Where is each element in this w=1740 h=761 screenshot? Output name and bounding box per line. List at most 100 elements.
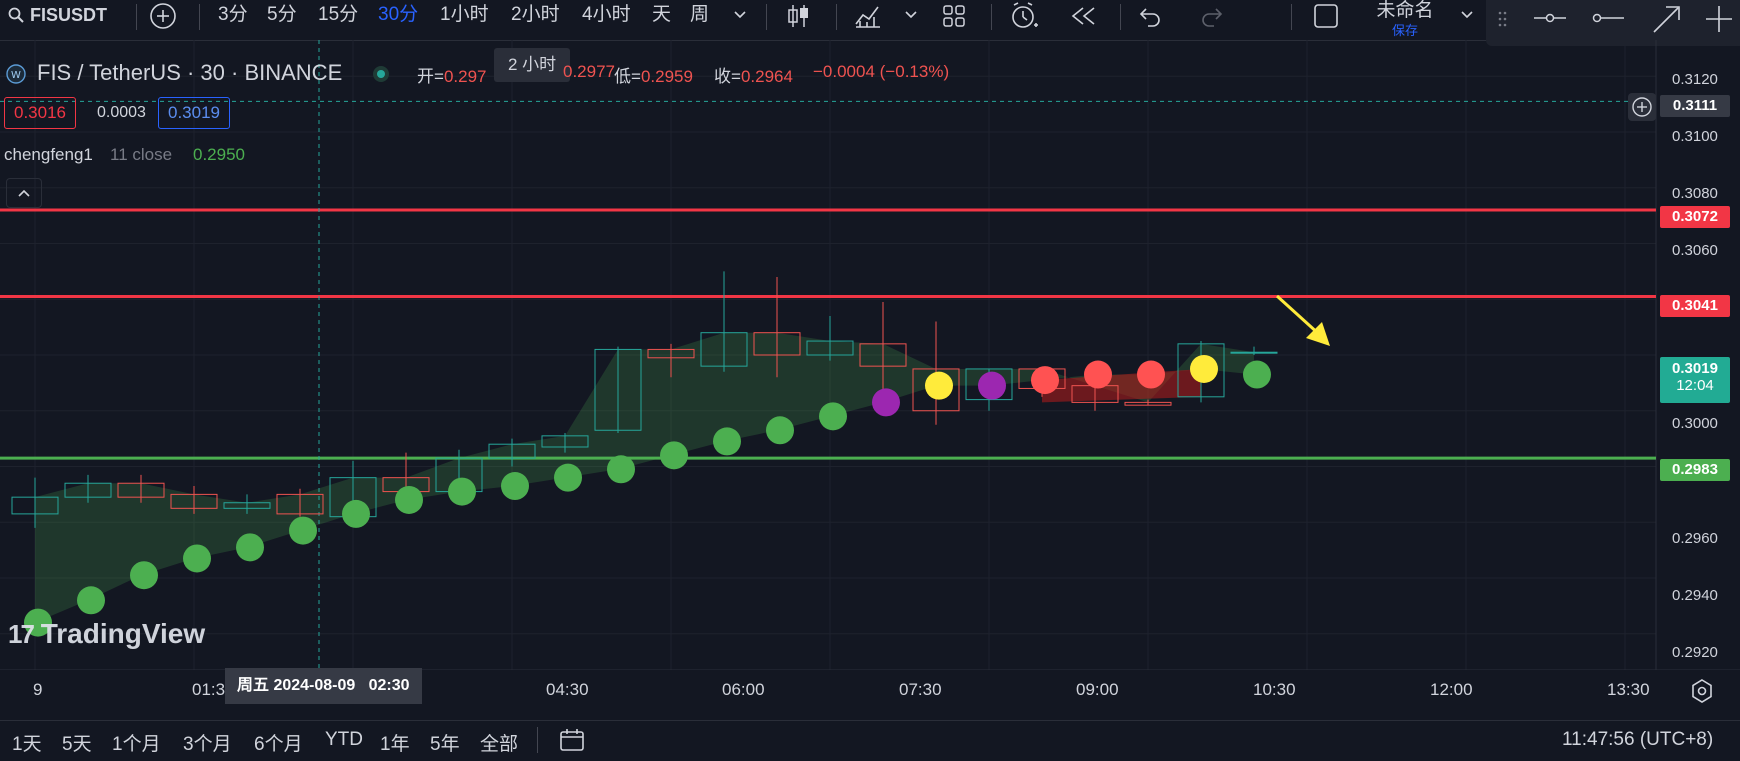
chevron-down-icon[interactable] <box>904 9 918 21</box>
indicator-params: 11 close <box>110 145 173 164</box>
chevron-up-icon <box>18 189 30 197</box>
indicator-name[interactable]: chengfeng1 <box>4 145 93 165</box>
price-tick: 0.3000 <box>1672 415 1718 432</box>
redo-icon[interactable] <box>1198 3 1224 29</box>
range-ytd[interactable]: YTD <box>325 729 363 751</box>
indicator-dot <box>925 371 953 400</box>
symbol-search-button[interactable]: FISUSDT <box>30 0 107 40</box>
ohlc-close: 收=0.2964 <box>714 62 793 87</box>
chart-pane[interactable]: 2 小时 W FIS / TetherUS · 30 · BINANCE 开=0… <box>0 40 1740 670</box>
interval-15m[interactable]: 15分 <box>318 0 358 40</box>
indicator-dot <box>713 427 741 456</box>
chevron-down-icon[interactable] <box>733 9 747 21</box>
layout-name-button[interactable]: 未命名 保存 <box>1370 0 1440 38</box>
indicator-dot <box>1031 366 1059 395</box>
fullscreen-square-icon[interactable] <box>1312 2 1340 30</box>
horizontal-ray-icon[interactable] <box>1532 6 1568 30</box>
watermark-text: TradingView <box>40 618 206 649</box>
replay-icon[interactable] <box>1068 3 1098 29</box>
candle-body <box>1230 351 1278 354</box>
indicator-dot <box>660 441 688 470</box>
range-1m[interactable]: 1个月 <box>112 729 161 756</box>
collapse-legend-button[interactable] <box>6 178 42 208</box>
templates-grid-icon[interactable] <box>940 2 968 30</box>
indicator-cloud-bearish <box>1042 368 1201 403</box>
trend-arrow-icon[interactable] <box>1650 2 1684 36</box>
ohlc-open-value: 0.297 <box>443 67 487 86</box>
indicator-dot <box>130 561 158 590</box>
interval-4h[interactable]: 4小时 <box>582 0 631 40</box>
interval-30m[interactable]: 30分 <box>378 0 418 40</box>
indicator-dot <box>978 371 1006 400</box>
indicator-cloud <box>35 332 1254 623</box>
time-tick: 12:00 <box>1430 680 1473 699</box>
settings-gear-icon[interactable] <box>1689 678 1715 704</box>
ohlc-change: −0.0004 (−0.13%) <box>813 62 950 81</box>
time-tick: 09:00 <box>1076 680 1119 699</box>
indicator-dot <box>289 516 317 545</box>
time-tick: 06:00 <box>722 680 765 699</box>
price-tick: 0.2940 <box>1672 587 1718 604</box>
ohlc-open: 开=0.297 <box>417 62 486 87</box>
range-1y[interactable]: 1年 <box>380 729 410 756</box>
spread-value: 0.0003 <box>97 104 146 121</box>
plus-circle-icon <box>1632 97 1652 117</box>
market-status-icon[interactable] <box>371 64 391 84</box>
svg-text:W: W <box>11 70 21 81</box>
ohlc-close-label: 收= <box>714 67 741 86</box>
range-all[interactable]: 全部 <box>480 729 518 756</box>
indicator-dot <box>236 533 264 562</box>
alert-clock-icon[interactable] <box>1009 1 1039 31</box>
range-5d[interactable]: 5天 <box>62 729 92 756</box>
date-range-icon[interactable] <box>558 726 588 754</box>
candle-style-icon[interactable] <box>784 2 812 30</box>
indicator-dot <box>607 455 635 484</box>
bottom-toolbar: 1天 5天 1个月 3个月 6个月 YTD 1年 5年 全部 11:47:56 … <box>0 720 1740 761</box>
sell-price-button[interactable]: 0.3016 <box>4 97 76 129</box>
price-tick: 0.3100 <box>1672 128 1718 145</box>
tradingview-watermark[interactable]: 17 TradingView <box>8 618 205 650</box>
ohlc-high-value: 0.2977 <box>563 62 615 81</box>
chevron-down-icon[interactable] <box>1460 9 1474 21</box>
current-price-label: 0.3019 12:04 <box>1660 357 1730 403</box>
indicator-dot <box>77 586 105 615</box>
ray-icon[interactable] <box>1590 6 1626 30</box>
indicator-dot <box>1084 360 1112 389</box>
undo-icon[interactable] <box>1138 3 1164 29</box>
search-icon[interactable] <box>8 7 24 23</box>
range-5y[interactable]: 5年 <box>430 729 460 756</box>
annotation-arrow <box>1275 294 1322 337</box>
tv-logo-icon: 17 <box>8 619 35 649</box>
buy-price-button[interactable]: 0.3019 <box>158 97 230 129</box>
indicators-icon[interactable] <box>853 2 883 30</box>
interval-2h[interactable]: 2小时 <box>511 0 560 40</box>
interval-3m[interactable]: 3分 <box>218 0 248 40</box>
indicator-dot <box>183 544 211 573</box>
time-tick: 13:30 <box>1607 680 1650 699</box>
symbol-title[interactable]: FIS / TetherUS · 30 · BINANCE <box>37 60 342 86</box>
interval-1w[interactable]: 周 <box>690 0 709 40</box>
ohlc-close-value: 0.2964 <box>740 67 793 86</box>
interval-1d[interactable]: 天 <box>652 0 671 40</box>
indicator-dot <box>448 477 476 506</box>
range-1d[interactable]: 1天 <box>12 729 42 756</box>
drag-handle-icon[interactable] <box>1498 10 1508 30</box>
indicator-dot <box>395 485 423 514</box>
time-tick: 07:30 <box>899 680 942 699</box>
interval-5m[interactable]: 5分 <box>267 0 297 40</box>
compare-add-icon[interactable] <box>149 2 177 30</box>
price-chart[interactable] <box>0 40 1740 670</box>
ohlc-low-label: 低= <box>614 67 641 86</box>
crosshair-icon[interactable] <box>1704 4 1734 34</box>
range-6m[interactable]: 6个月 <box>254 729 303 756</box>
indicator-dot <box>1137 360 1165 389</box>
interval-1h[interactable]: 1小时 <box>440 0 489 40</box>
indicator-dot <box>766 416 794 445</box>
time-tick: 10:30 <box>1253 680 1296 699</box>
fis-coin-icon: W <box>6 64 26 84</box>
price-tick: 0.3120 <box>1672 71 1718 88</box>
clock-timezone[interactable]: 11:47:56 (UTC+8) <box>1562 729 1713 751</box>
layout-name: 未命名 <box>1376 0 1434 21</box>
range-3m[interactable]: 3个月 <box>183 729 232 756</box>
add-alert-button[interactable] <box>1628 93 1656 121</box>
